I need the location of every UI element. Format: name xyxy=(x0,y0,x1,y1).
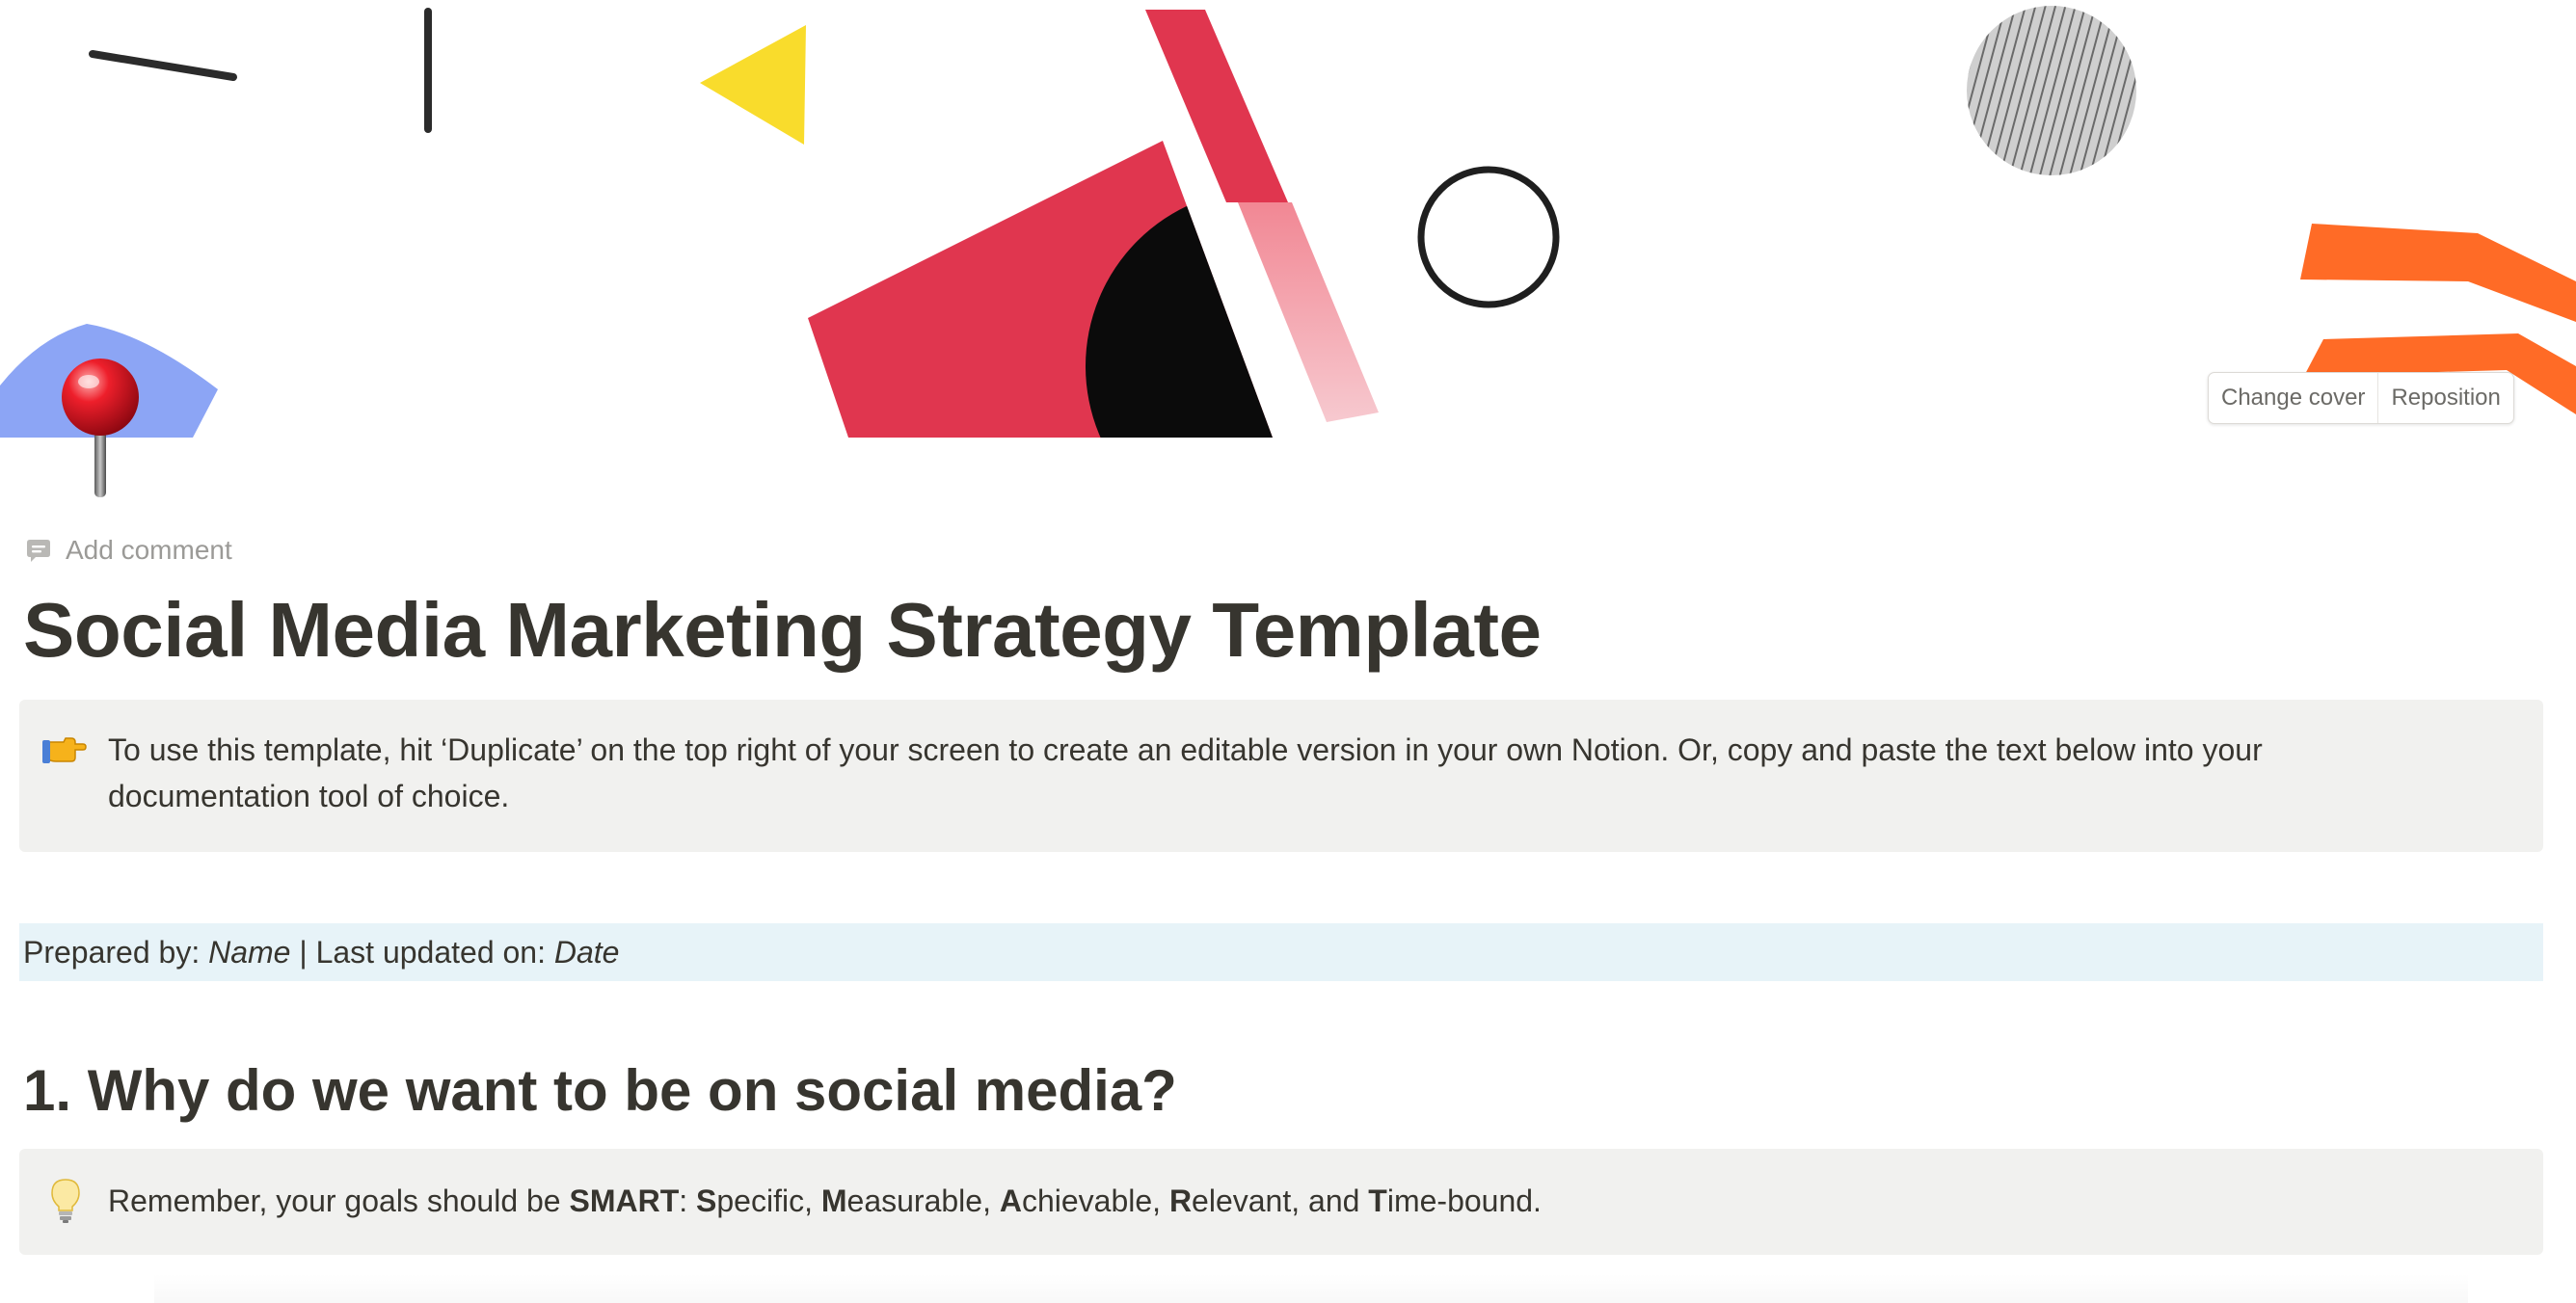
smart-goals-text: Remember, your goals should be SMART: Sp… xyxy=(108,1178,1542,1224)
prepared-by-label: Prepared by: xyxy=(23,935,209,970)
smart-r-letter: R xyxy=(1168,1183,1193,1218)
smart-a-rest: chievable, xyxy=(1021,1183,1169,1218)
smart-r-rest: elevant, and xyxy=(1192,1183,1369,1218)
pointing-hand-icon[interactable] xyxy=(42,727,87,783)
smart-acronym: SMART xyxy=(569,1183,680,1218)
intro-callout-text: To use this template, hit ‘Duplicate’ on… xyxy=(108,732,2263,813)
cover-orange-stripe-top xyxy=(2300,224,2576,322)
smart-s-rest: pecific, xyxy=(716,1183,821,1218)
cover-pink-stripe xyxy=(1238,202,1379,422)
prepared-by-line[interactable]: Prepared by: Name | Last updated on: Dat… xyxy=(19,923,2543,981)
smart-m-letter: M xyxy=(820,1183,847,1218)
smart-a-letter: A xyxy=(999,1183,1022,1218)
last-updated-date: Date xyxy=(553,935,620,970)
scroll-shadow xyxy=(154,1274,2468,1303)
cover-triangle-shape xyxy=(700,25,806,145)
cover-image: Change cover Reposition xyxy=(0,0,2576,438)
prepared-by-name: Name xyxy=(208,935,291,970)
section-heading-why-social[interactable]: 1. Why do we want to be on social media? xyxy=(23,1056,1177,1126)
cover-textured-circle xyxy=(1967,6,2136,175)
cover-controls: Change cover Reposition xyxy=(2208,372,2514,424)
cover-artwork xyxy=(0,6,2576,438)
change-cover-button[interactable]: Change cover xyxy=(2209,373,2377,423)
add-comment-button[interactable]: Add comment xyxy=(25,532,232,569)
last-updated-label: | Last updated on: xyxy=(290,935,554,970)
cover-dash-shape xyxy=(89,50,237,81)
pushpin-icon[interactable] xyxy=(0,318,231,511)
smart-s-letter: S xyxy=(696,1183,717,1218)
smart-t-rest: ime-bound. xyxy=(1386,1183,1542,1218)
lightbulb-icon[interactable] xyxy=(48,1178,83,1229)
page-title[interactable]: Social Media Marketing Strategy Template xyxy=(23,582,1542,678)
add-comment-label: Add comment xyxy=(66,535,232,565)
smart-colon: : xyxy=(679,1183,697,1218)
cover-ring-shape xyxy=(1417,166,1560,308)
reposition-button[interactable]: Reposition xyxy=(2377,373,2512,423)
smart-lead-text: Remember, your goals should be xyxy=(108,1183,570,1218)
comment-icon xyxy=(27,540,50,562)
smart-m-rest: easurable, xyxy=(846,1183,1000,1218)
smart-t-letter: T xyxy=(1368,1183,1387,1218)
